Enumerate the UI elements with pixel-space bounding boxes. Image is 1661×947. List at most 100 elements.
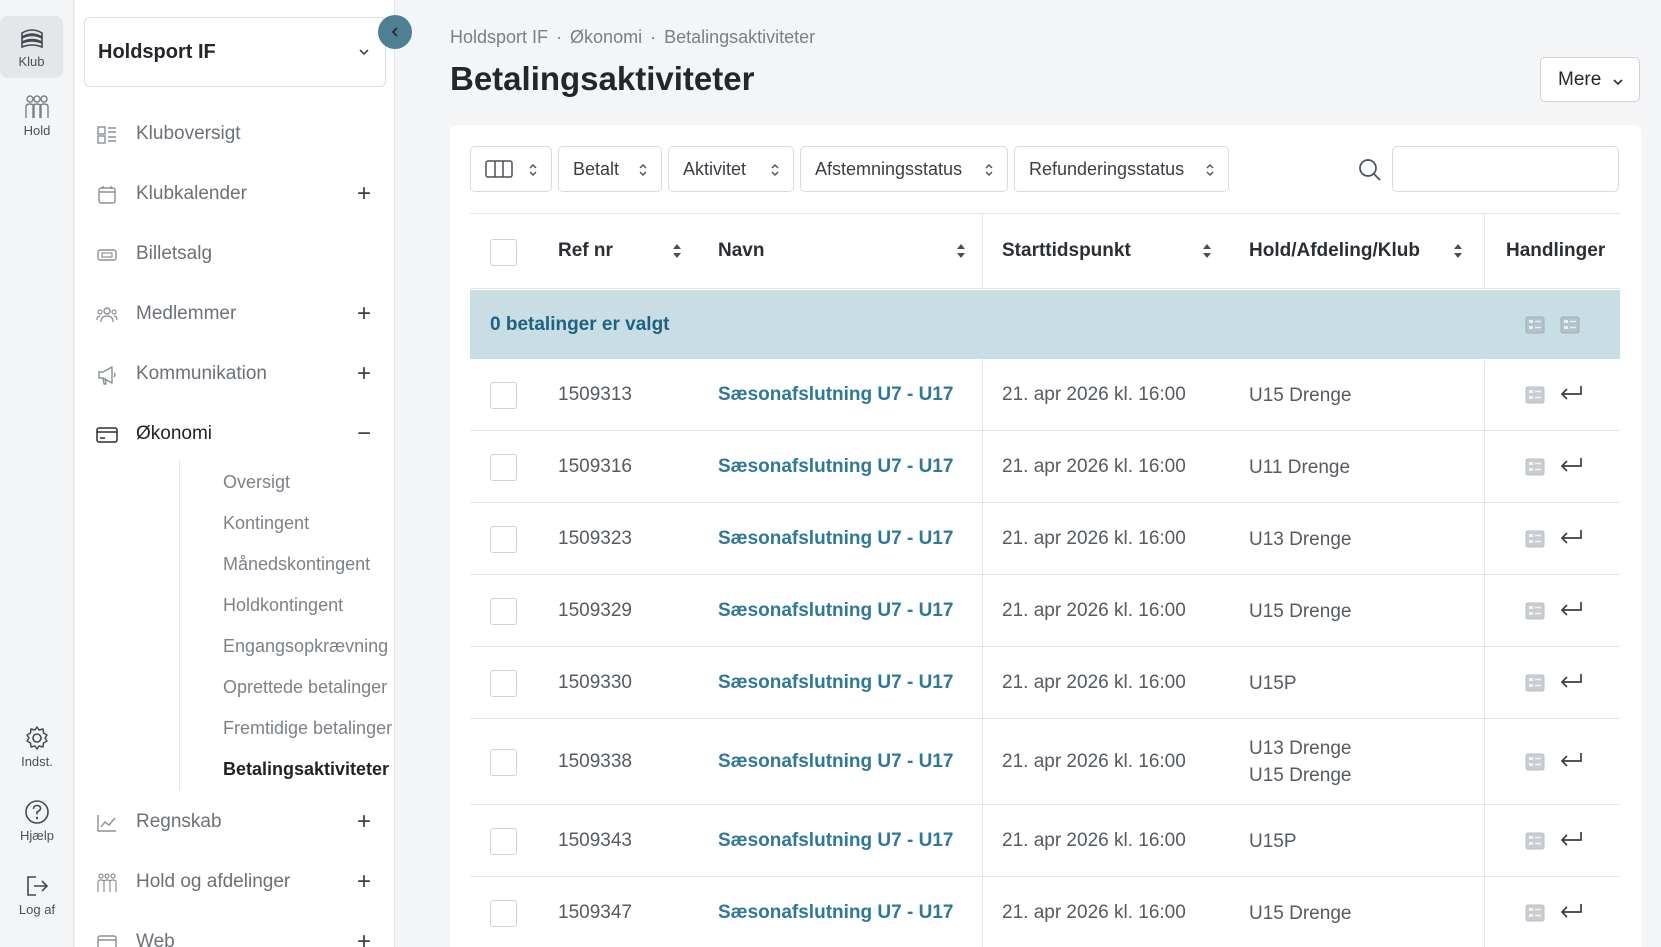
sidebar-subitem-maanedskontingent[interactable]: Månedskontingent [223, 554, 370, 575]
filter-aktivitet[interactable]: Aktivitet [668, 146, 794, 192]
sidebar-item-kommunikation[interactable]: Kommunikation + [75, 352, 395, 396]
row-checkbox[interactable] [490, 382, 517, 409]
sidebar-item-okonomi[interactable]: Økonomi − [75, 412, 395, 456]
sidebar-subitem-oversigt[interactable]: Oversigt [223, 472, 290, 493]
refund-icon[interactable] [1558, 672, 1584, 692]
start-time: 21. apr 2026 kl. 16:00 [1002, 384, 1186, 405]
sidebar-subitem-holdkontingent[interactable]: Holdkontingent [223, 595, 343, 616]
activity-link[interactable]: Sæsonafslutning U7 - U17 [718, 902, 953, 924]
sidebar-item-web[interactable]: Web + [75, 920, 395, 947]
club-selector[interactable]: Holdsport IF [84, 17, 386, 87]
sidebar-item-medlemmer[interactable]: Medlemmer + [75, 292, 395, 336]
details-icon[interactable] [1525, 904, 1545, 922]
updown-icon [1206, 164, 1214, 176]
row-checkbox[interactable] [490, 670, 517, 697]
select-all-checkbox[interactable] [490, 239, 517, 266]
chevron-down-icon [1613, 79, 1623, 86]
refund-icon[interactable] [1558, 751, 1584, 771]
hold-name: U15 Drenge [1249, 765, 1352, 786]
start-time: 21. apr 2026 kl. 16:00 [1002, 456, 1186, 477]
sidebar-subitem-engangsopkraevning[interactable]: Engangsopkrævning [223, 636, 388, 657]
search-icon[interactable] [1357, 157, 1383, 183]
sidebar-item-klubkalender[interactable]: Klubkalender + [75, 172, 395, 216]
activity-link[interactable]: Sæsonafslutning U7 - U17 [718, 384, 953, 406]
column-divider [982, 213, 983, 290]
refund-icon[interactable] [1558, 830, 1584, 850]
details-icon[interactable] [1560, 316, 1580, 334]
column-divider [1484, 359, 1485, 947]
details-icon[interactable] [1525, 602, 1545, 620]
search-input[interactable] [1392, 146, 1619, 192]
filter-afstemningsstatus[interactable]: Afstemningsstatus [800, 146, 1008, 192]
sidebar-subitem-betalingsaktiviteter[interactable]: Betalingsaktiviteter [223, 759, 389, 780]
sidebar-item-hold-og-afdelinger[interactable]: Hold og afdelinger + [75, 860, 395, 904]
column-picker-button[interactable] [470, 146, 552, 192]
breadcrumb-item[interactable]: Økonomi [570, 27, 642, 47]
activity-link[interactable]: Sæsonafslutning U7 - U17 [718, 751, 953, 773]
row-checkbox[interactable] [490, 598, 517, 625]
table-header: Ref nr Navn Starttidspunkt Hold/Afdeling… [470, 213, 1620, 289]
rail-item-log-af[interactable]: Log af [0, 873, 74, 917]
sort-icon[interactable] [956, 242, 966, 260]
hold-cell: U11 Drenge [1249, 454, 1350, 481]
activity-link[interactable]: Sæsonafslutning U7 - U17 [718, 456, 953, 478]
sort-icon[interactable] [1453, 242, 1463, 260]
activity-link[interactable]: Sæsonafslutning U7 - U17 [718, 672, 953, 694]
refund-icon[interactable] [1558, 528, 1584, 548]
start-time: 21. apr 2026 kl. 16:00 [1002, 528, 1186, 549]
activity-link[interactable]: Sæsonafslutning U7 - U17 [718, 528, 953, 550]
filter-betalt[interactable]: Betalt [558, 146, 662, 192]
activity-link[interactable]: Sæsonafslutning U7 - U17 [718, 600, 953, 622]
activity-link[interactable]: Sæsonafslutning U7 - U17 [718, 830, 953, 852]
row-checkbox[interactable] [490, 526, 517, 553]
sidebar-item-label: Kommunikation [136, 363, 267, 384]
refund-icon[interactable] [1558, 600, 1584, 620]
refund-icon[interactable] [1558, 384, 1584, 404]
row-checkbox[interactable] [490, 900, 517, 927]
table-row: 1509338 Sæsonafslutning U7 - U17 21. apr 2… [470, 719, 1620, 805]
refund-icon[interactable] [1558, 902, 1584, 922]
sidebar-subitem-fremtidige-betalinger[interactable]: Fremtidige betalinger [223, 718, 392, 739]
expand-icon[interactable]: + [357, 810, 371, 834]
breadcrumb-item[interactable]: Holdsport IF [450, 27, 548, 47]
sidebar-subitem-kontingent[interactable]: Kontingent [223, 513, 309, 534]
details-icon[interactable] [1525, 832, 1545, 850]
sort-icon[interactable] [1202, 242, 1212, 260]
details-icon[interactable] [1525, 386, 1545, 404]
rail-label: Log af [18, 902, 56, 917]
details-icon[interactable] [1525, 458, 1545, 476]
hold-cell: U15P [1249, 670, 1297, 697]
details-icon[interactable] [1525, 674, 1545, 692]
sidebar-item-kluboversigt[interactable]: Kluboversigt [75, 112, 395, 156]
filter-refunderingsstatus[interactable]: Refunderingsstatus [1014, 146, 1229, 192]
row-checkbox[interactable] [490, 828, 517, 855]
collapse-sidebar-button[interactable] [378, 15, 412, 49]
sidebar-item-billetsalg[interactable]: Billetsalg [75, 232, 395, 276]
rail-item-klub[interactable]: Klub [0, 16, 63, 78]
expand-icon[interactable]: + [357, 870, 371, 894]
rail-label: Indst. [21, 754, 53, 769]
rail-item-hold[interactable]: Hold [0, 94, 74, 138]
sort-icon[interactable] [672, 242, 682, 260]
details-icon[interactable] [1525, 530, 1545, 548]
sidebar-item-regnskab[interactable]: Regnskab + [75, 800, 395, 844]
expand-icon[interactable]: + [357, 930, 371, 947]
collapse-icon[interactable]: − [357, 422, 371, 446]
expand-icon[interactable]: + [357, 302, 371, 326]
chart-icon [97, 815, 116, 832]
row-checkbox[interactable] [490, 454, 517, 481]
sidebar-subitem-oprettede-betalinger[interactable]: Oprettede betalinger [223, 677, 387, 698]
rail-item-indstillinger[interactable]: Indst. [0, 725, 74, 769]
breadcrumb-separator: · [650, 27, 657, 47]
rail-item-hjaelp[interactable]: Hjælp [0, 799, 74, 843]
details-icon[interactable] [1525, 753, 1545, 771]
details-icon[interactable] [1525, 316, 1545, 334]
expand-icon[interactable]: + [357, 362, 371, 386]
expand-icon[interactable]: + [357, 182, 371, 206]
refund-icon[interactable] [1558, 456, 1584, 476]
updown-icon [771, 164, 779, 176]
row-checkbox[interactable] [490, 749, 517, 776]
more-button[interactable]: Mere [1540, 57, 1640, 102]
filter-label: Afstemningsstatus [815, 158, 963, 179]
updown-icon [529, 164, 537, 176]
